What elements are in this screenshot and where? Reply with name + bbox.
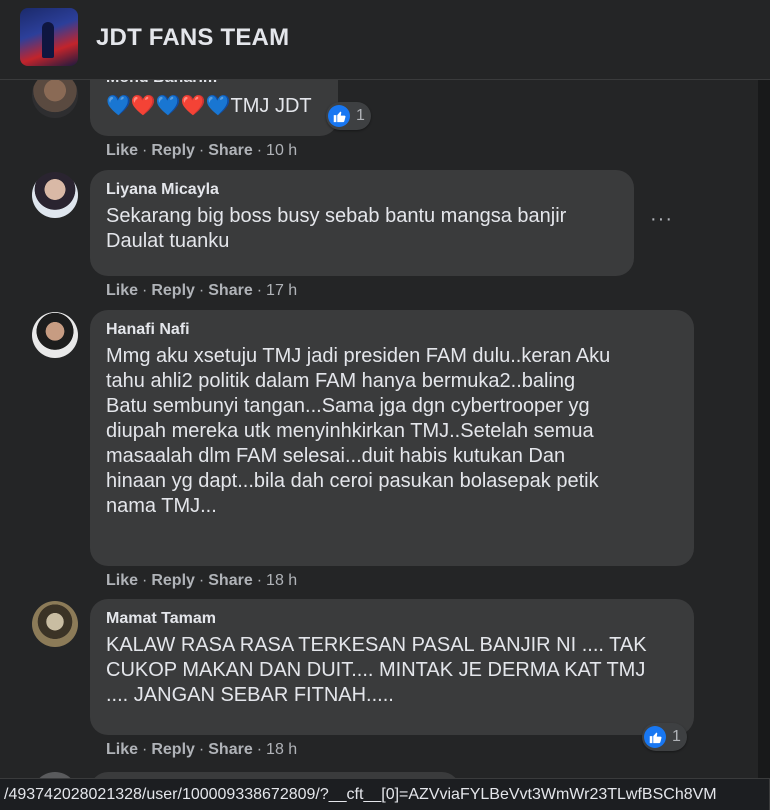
reaction-count: 1 <box>672 728 681 745</box>
scroll-rail[interactable] <box>758 80 770 780</box>
comment-actions: Like · Reply · Share · 18 h <box>106 572 298 590</box>
reaction-summary[interactable]: 1 <box>326 102 371 130</box>
share-link[interactable]: Share <box>208 282 252 300</box>
like-reaction-icon <box>644 726 666 748</box>
comment-text: 💙❤️💙❤️💙TMJ JDT <box>106 95 312 117</box>
comment-author[interactable]: Hanafi Nafi <box>106 320 678 340</box>
avatar[interactable] <box>32 312 78 358</box>
like-link[interactable]: Like <box>106 572 138 590</box>
comments-feed: Mohd Baharim 💙❤️💙❤️💙TMJ JDT 1 Like· Repl… <box>0 80 770 780</box>
comment-bubble: Mohd Baharim 💙❤️💙❤️💙TMJ JDT <box>90 80 338 136</box>
comment-bubble: Liyana Micayla Sekarang big boss busy se… <box>90 170 634 276</box>
comment-timestamp[interactable]: 10 h <box>266 142 297 160</box>
reaction-count: 1 <box>356 107 365 124</box>
comment-text: Mmg aku xsetuju TMJ jadi presiden FAM du… <box>106 345 611 517</box>
comment-timestamp[interactable]: 18 h <box>266 741 297 759</box>
comment-author[interactable]: Mohd Baharim <box>106 80 322 88</box>
reply-link[interactable]: Reply <box>151 282 195 300</box>
share-link[interactable]: Share <box>208 142 252 160</box>
avatar[interactable] <box>32 601 78 647</box>
share-link[interactable]: Share <box>208 741 252 759</box>
like-reaction-icon <box>328 105 350 127</box>
comment-text: Sekarang big boss busy sebab bantu mangs… <box>106 205 567 252</box>
share-link[interactable]: Share <box>208 572 252 590</box>
comment-actions: Like · Reply · Share · 10 h <box>106 142 298 160</box>
group-header: JDT FANS TEAM <box>0 0 770 80</box>
like-link[interactable]: Like <box>106 142 138 160</box>
avatar[interactable] <box>32 172 78 218</box>
reply-link[interactable]: Reply <box>151 142 195 160</box>
avatar[interactable] <box>32 80 78 118</box>
status-url: /493742028021328/user/100009338672809/?_… <box>4 785 717 803</box>
like-link[interactable]: Like <box>106 282 138 300</box>
reply-link[interactable]: Reply <box>151 572 195 590</box>
comment-timestamp[interactable]: 17 h <box>266 282 297 300</box>
like-link[interactable]: Like <box>106 741 138 759</box>
group-title[interactable]: JDT FANS TEAM <box>96 24 289 52</box>
link-status-bar: /493742028021328/user/100009338672809/?_… <box>0 778 770 810</box>
comment-bubble: Hanafi Nafi Mmg aku xsetuju TMJ jadi pre… <box>90 310 694 566</box>
reaction-summary[interactable]: 1 <box>642 723 687 751</box>
group-avatar[interactable] <box>20 8 78 66</box>
comment-bubble: Mamat Tamam KALAW RASA RASA TERKESAN PAS… <box>90 599 694 735</box>
comment-actions: Like · Reply · Share · 18 h <box>106 741 298 759</box>
comment-timestamp[interactable]: 18 h <box>266 572 297 590</box>
more-options-icon[interactable]: ··· <box>650 208 673 231</box>
comment-author[interactable]: Liyana Micayla <box>106 180 618 200</box>
comment-text: KALAW RASA RASA TERKESAN PASAL BANJIR NI… <box>106 634 647 706</box>
comment-author[interactable]: Mamat Tamam <box>106 609 678 629</box>
reply-link[interactable]: Reply <box>151 741 195 759</box>
comment-actions: Like · Reply · Share · 17 h <box>106 282 298 300</box>
